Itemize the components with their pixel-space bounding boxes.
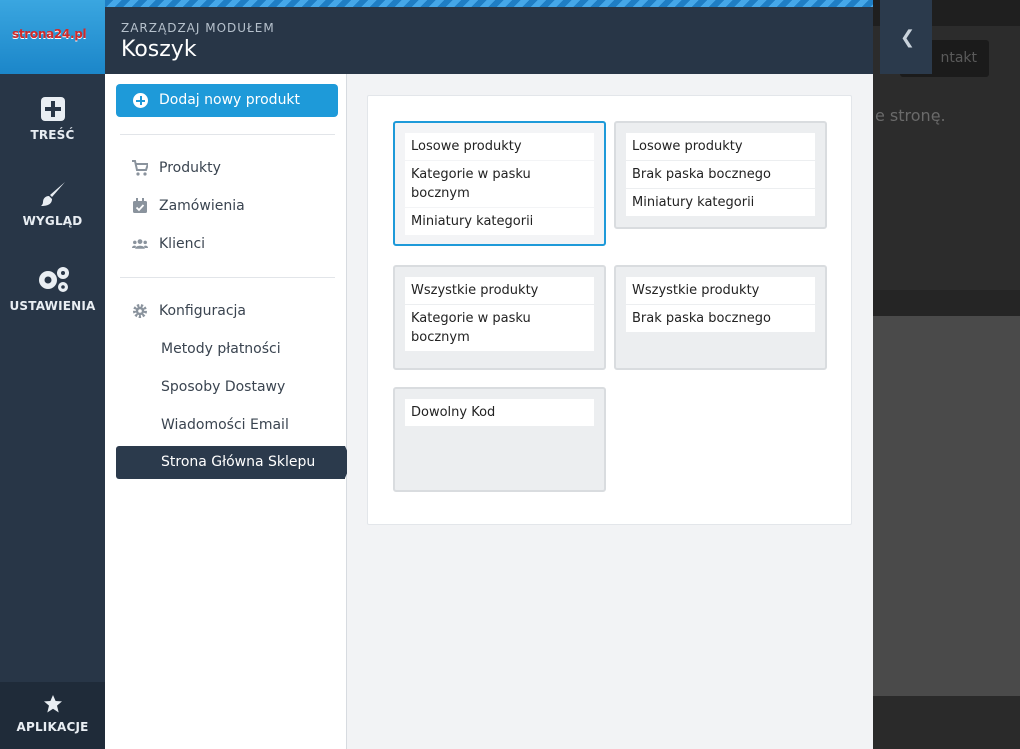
module-menu: Dodaj nowy produkt Produkty Zamówienia K… bbox=[105, 74, 352, 749]
main-sidebar: strona24.pl TREŚĆ WYGLĄD USTAWIENIA APLI… bbox=[0, 0, 105, 749]
backdrop-image bbox=[873, 316, 1020, 696]
star-icon bbox=[43, 695, 62, 713]
module-header: ZARZĄDZAJ MODUŁEM Koszyk bbox=[105, 0, 873, 74]
add-product-label: Dodaj nowy produkt bbox=[159, 92, 301, 108]
layout-row: Miniatury kategorii bbox=[405, 208, 594, 235]
calendar-check-icon bbox=[133, 198, 147, 213]
layout-option[interactable]: Wszystkie produkty Kategorie w pasku boc… bbox=[393, 265, 606, 370]
menu-subitem-emails[interactable]: Wiadomości Email bbox=[161, 414, 289, 436]
rail-item-appearance[interactable]: WYGLĄD bbox=[0, 180, 105, 228]
layout-row: Kategorie w pasku bocznym bbox=[405, 305, 594, 351]
gear-icon bbox=[133, 304, 147, 318]
page-title: Koszyk bbox=[121, 37, 197, 62]
layout-row: Wszystkie produkty bbox=[405, 277, 594, 304]
layout-option[interactable]: Losowe produkty Kategorie w pasku boczny… bbox=[393, 121, 606, 246]
layout-option[interactable]: Wszystkie produkty Brak paska bocznego bbox=[614, 265, 827, 370]
collapse-panel-button[interactable]: ❮ bbox=[880, 0, 932, 74]
layout-option[interactable]: Dowolny Kod bbox=[393, 387, 606, 492]
menu-divider bbox=[120, 134, 335, 135]
rail-item-label: APLIKACJE bbox=[16, 720, 89, 734]
menu-item-label: Produkty bbox=[159, 160, 221, 176]
rail-item-label: WYGLĄD bbox=[22, 214, 83, 228]
layout-row: Losowe produkty bbox=[626, 133, 815, 160]
cart-icon bbox=[132, 160, 148, 176]
layout-option[interactable]: Losowe produkty Brak paska bocznego Mini… bbox=[614, 121, 827, 229]
layout-row: Wszystkie produkty bbox=[626, 277, 815, 304]
backdrop-band bbox=[873, 290, 1020, 316]
chevron-left-icon: ❮ bbox=[900, 27, 916, 48]
header-subtitle: ZARZĄDZAJ MODUŁEM bbox=[121, 21, 275, 35]
menu-subitem-shop-homepage[interactable]: Strona Główna Sklepu bbox=[116, 446, 352, 479]
layout-row: Brak paska bocznego bbox=[626, 305, 815, 332]
menu-subitem-payments[interactable]: Metody płatności bbox=[161, 338, 281, 360]
backdrop-text: e stronę. bbox=[875, 106, 946, 125]
rail-item-label: USTAWIENIA bbox=[9, 299, 96, 313]
page-backdrop: ntakt e stronę. bbox=[873, 0, 1020, 749]
brush-icon bbox=[40, 182, 65, 206]
menu-item-label: Klienci bbox=[159, 236, 206, 252]
layout-card: Losowe produkty Kategorie w pasku boczny… bbox=[367, 95, 852, 525]
menu-item-label: Konfiguracja bbox=[159, 303, 247, 319]
backdrop-footer bbox=[873, 696, 1020, 749]
header-stripe bbox=[105, 0, 873, 7]
add-product-button[interactable]: Dodaj nowy produkt bbox=[116, 84, 338, 117]
rail-apps-inner: APLIKACJE bbox=[0, 694, 105, 734]
layout-row: Miniatury kategorii bbox=[626, 189, 815, 216]
rail-item-settings[interactable]: USTAWIENIA bbox=[0, 265, 105, 313]
layout-row: Dowolny Kod bbox=[405, 399, 594, 426]
menu-item-label: Zamówienia bbox=[159, 198, 245, 214]
plus-circle-icon bbox=[133, 93, 148, 108]
logo-text: strona24.pl bbox=[12, 27, 87, 41]
logo[interactable]: strona24.pl bbox=[0, 0, 105, 74]
layout-row: Losowe produkty bbox=[405, 133, 594, 160]
users-icon bbox=[132, 239, 148, 249]
layout-row: Brak paska bocznego bbox=[626, 161, 815, 188]
main-content: Losowe produkty Kategorie w pasku boczny… bbox=[347, 74, 873, 749]
rail-item-label: TREŚĆ bbox=[30, 128, 75, 142]
plus-square-icon bbox=[40, 97, 65, 121]
menu-subitem-shipping[interactable]: Sposoby Dostawy bbox=[161, 376, 285, 398]
gears-icon bbox=[38, 267, 69, 292]
rail-item-apps[interactable]: APLIKACJE bbox=[0, 682, 105, 749]
menu-divider bbox=[120, 277, 335, 278]
rail-item-content[interactable]: TREŚĆ bbox=[0, 96, 105, 142]
layout-row: Kategorie w pasku bocznym bbox=[405, 161, 594, 207]
